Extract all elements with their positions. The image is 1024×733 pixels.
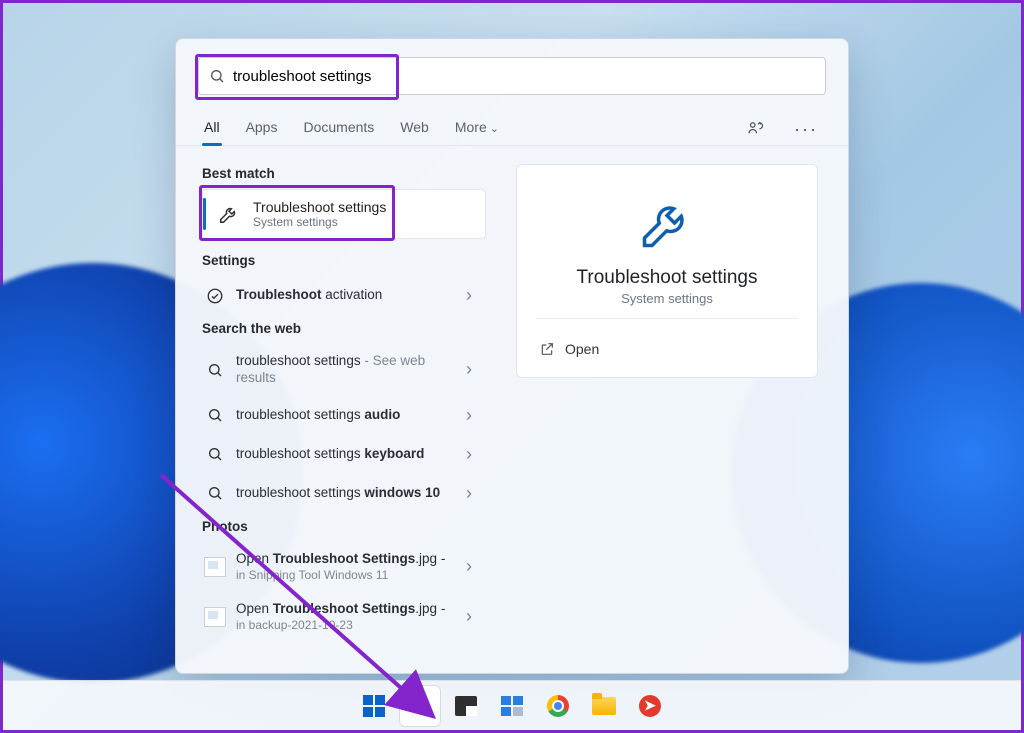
- task-view-button[interactable]: [446, 686, 486, 726]
- section-best-match: Best match: [202, 166, 486, 181]
- best-match-title: Troubleshoot settings: [253, 199, 386, 215]
- search-icon: [204, 407, 226, 423]
- best-match-subtitle: System settings: [253, 215, 386, 229]
- results-column: Best match Troubleshoot settings System …: [176, 146, 486, 673]
- image-thumbnail-icon: [204, 607, 226, 627]
- taskbar-search-button[interactable]: [400, 686, 440, 726]
- photo-result[interactable]: Open Troubleshoot Settings.jpg - in Snip…: [202, 542, 486, 592]
- wrench-icon: [215, 203, 243, 225]
- tab-apps[interactable]: Apps: [244, 113, 280, 145]
- chevron-right-icon: ›: [466, 444, 478, 465]
- search-icon: [204, 446, 226, 462]
- web-result[interactable]: troubleshoot settings audio ›: [202, 396, 486, 435]
- search-icon: [204, 485, 226, 501]
- search-icon: [409, 695, 431, 717]
- section-photos: Photos: [202, 519, 486, 534]
- settings-result[interactable]: Troubleshoot activation ›: [202, 276, 486, 315]
- search-box[interactable]: [198, 57, 826, 95]
- windows-logo-icon: [363, 695, 385, 717]
- filter-tabs: All Apps Documents Web More⌄ ···: [176, 103, 848, 146]
- account-sync-icon[interactable]: [742, 115, 768, 144]
- chrome-button[interactable]: [538, 686, 578, 726]
- tab-all[interactable]: All: [202, 113, 222, 145]
- image-thumbnail-icon: [204, 557, 226, 577]
- preview-card: Troubleshoot settings System settings Op…: [516, 164, 818, 378]
- preview-column: Troubleshoot settings System settings Op…: [486, 146, 848, 673]
- search-icon: [204, 362, 226, 378]
- preview-subtitle: System settings: [621, 291, 713, 306]
- chevron-right-icon: ›: [466, 405, 478, 426]
- chevron-right-icon: ›: [466, 359, 478, 380]
- web-result[interactable]: troubleshoot settings - See web results …: [202, 344, 486, 396]
- app-icon: ➤: [639, 695, 661, 717]
- task-view-icon: [455, 696, 477, 716]
- section-settings: Settings: [202, 253, 486, 268]
- widgets-button[interactable]: [492, 686, 532, 726]
- web-result[interactable]: troubleshoot settings windows 10 ›: [202, 474, 486, 513]
- folder-icon: [592, 697, 616, 715]
- tab-more[interactable]: More⌄: [453, 113, 501, 145]
- section-search-web: Search the web: [202, 321, 486, 336]
- check-circle-icon: [204, 287, 226, 305]
- search-input[interactable]: [225, 68, 815, 85]
- chevron-right-icon: ›: [466, 606, 478, 627]
- open-external-icon: [539, 341, 555, 357]
- file-explorer-button[interactable]: [584, 686, 624, 726]
- more-options-icon[interactable]: ···: [790, 115, 822, 144]
- photo-result[interactable]: Open Troubleshoot Settings.jpg - in back…: [202, 592, 486, 642]
- preview-title: Troubleshoot settings: [577, 267, 758, 289]
- best-match-item[interactable]: Troubleshoot settings System settings: [202, 189, 486, 239]
- web-result[interactable]: troubleshoot settings keyboard ›: [202, 435, 486, 474]
- taskbar: ➤: [3, 680, 1021, 730]
- chevron-right-icon: ›: [466, 285, 478, 306]
- tab-documents[interactable]: Documents: [301, 113, 376, 145]
- chevron-right-icon: ›: [466, 556, 478, 577]
- widgets-icon: [501, 696, 523, 716]
- chevron-right-icon: ›: [466, 483, 478, 504]
- wrench-icon: [631, 187, 703, 259]
- search-panel: All Apps Documents Web More⌄ ··· Best ma…: [175, 38, 849, 674]
- start-button[interactable]: [354, 686, 394, 726]
- app-button[interactable]: ➤: [630, 686, 670, 726]
- search-icon: [209, 68, 225, 84]
- chrome-icon: [547, 695, 569, 717]
- open-action[interactable]: Open: [537, 337, 601, 361]
- tab-web[interactable]: Web: [398, 113, 431, 145]
